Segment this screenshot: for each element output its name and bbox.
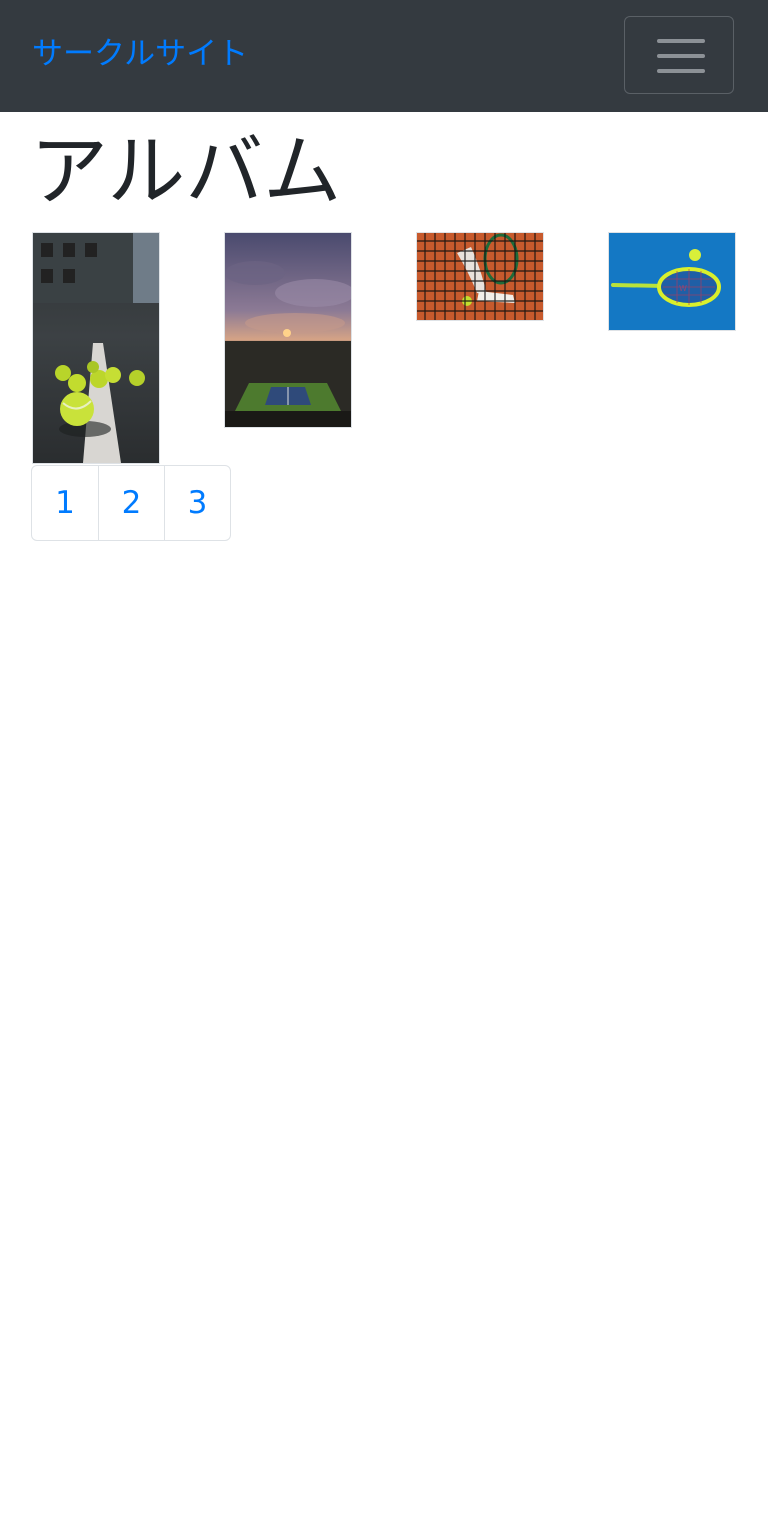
svg-text:W: W [679, 284, 687, 293]
photo-racket-blue-court: W [609, 233, 735, 330]
brand-link[interactable]: サークルサイト [32, 32, 248, 76]
page-link-1[interactable]: 1 [32, 466, 98, 540]
photo-net-clay-court [417, 233, 543, 320]
page-link-2[interactable]: 2 [98, 466, 164, 540]
album-photo-3[interactable] [416, 232, 544, 321]
photo-stadium-sunset [225, 233, 351, 427]
photo-tennis-balls [33, 233, 159, 463]
navbar: サークルサイト [0, 0, 768, 112]
page-title: アルバム [30, 127, 342, 217]
page-link-3[interactable]: 3 [164, 466, 230, 540]
album-photo-4[interactable]: W [608, 232, 736, 331]
album-photo-1[interactable] [32, 232, 160, 464]
navbar-toggler-button[interactable] [624, 16, 734, 94]
album-photo-2[interactable] [224, 232, 352, 428]
pagination: 1 2 3 [31, 465, 231, 541]
